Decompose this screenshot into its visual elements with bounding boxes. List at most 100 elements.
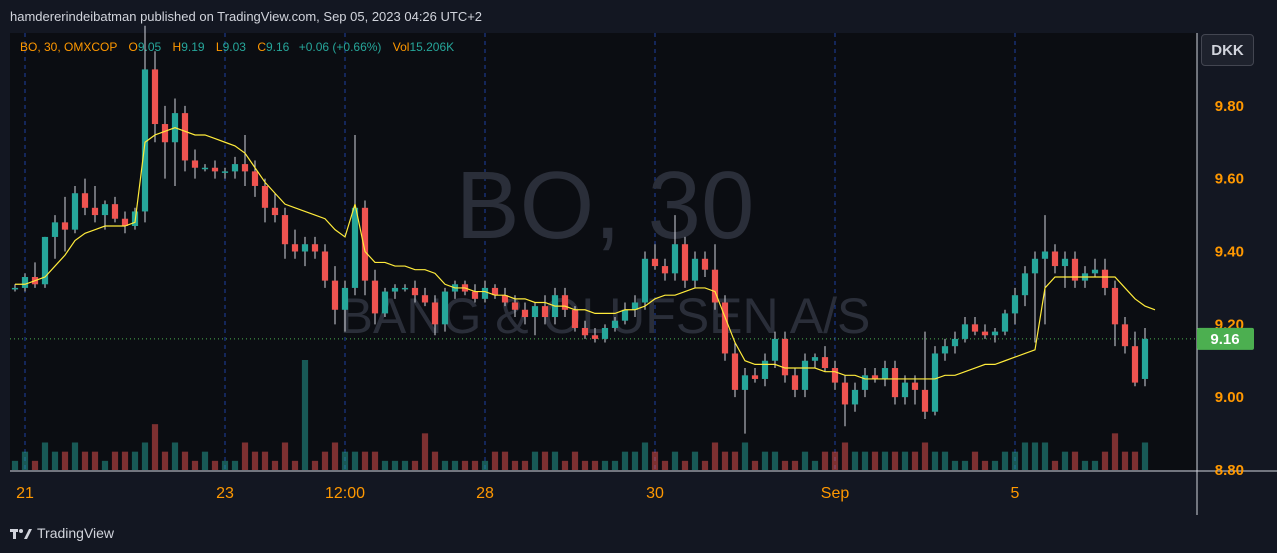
volume-bar (451, 460, 459, 470)
candle-body (651, 258, 659, 267)
candle-body (401, 287, 409, 290)
candle-body (1031, 258, 1039, 274)
watermark-symbol: BO, 30 (456, 152, 755, 259)
candle-body (441, 291, 449, 325)
candle-body (1141, 338, 1149, 379)
volume-bar (641, 442, 649, 470)
time-tick-label: 23 (216, 485, 234, 502)
candle-body (1101, 269, 1109, 288)
volume-bar (1081, 460, 1089, 470)
legend-open: 9.05 (138, 40, 162, 54)
volume-bar (741, 442, 749, 470)
tradingview-logo: TradingView (10, 525, 114, 541)
volume-bar (131, 451, 139, 470)
candle-body (1021, 273, 1029, 296)
volume-bar (921, 442, 929, 470)
price-chart[interactable]: BO, 30 BANG & OLUFSEN A/S 9.009.209.409.… (0, 0, 1277, 515)
price-tick-label: 9.80 (1215, 98, 1244, 115)
candle-body (321, 251, 329, 281)
candle-body (621, 309, 629, 321)
candle-body (391, 287, 399, 292)
volume-bar (401, 460, 409, 470)
volume-bar (681, 460, 689, 470)
candle-body (821, 357, 829, 369)
price-tick-label: 8.80 (1215, 462, 1244, 479)
last-price-value: 9.16 (1210, 331, 1239, 348)
volume-bar (181, 451, 189, 470)
candle-body (851, 389, 859, 405)
volume-bar (881, 451, 889, 470)
candle-body (181, 113, 189, 161)
candle-body (861, 375, 869, 390)
candle-body (351, 207, 359, 288)
time-axis: 21 23 12:00 28 30 Sep 5 (16, 485, 1019, 502)
price-tick-label: 9.40 (1215, 244, 1244, 261)
candle-body (361, 207, 369, 281)
volume-bar (121, 451, 129, 470)
price-tick-label: 9.60 (1215, 171, 1244, 188)
candle-body (931, 353, 939, 412)
volume-bar (1041, 442, 1049, 470)
volume-bar (701, 460, 709, 470)
volume-bar (481, 460, 489, 470)
volume-bar (411, 460, 419, 470)
volume-bar (151, 424, 159, 470)
volume-bar (721, 451, 729, 470)
candle-body (801, 360, 809, 390)
volume-bar (1131, 451, 1139, 470)
volume-bar (291, 460, 299, 470)
volume-bar (91, 451, 99, 470)
candle-body (751, 375, 759, 379)
candle-body (701, 258, 709, 270)
candle-body (921, 389, 929, 412)
volume-bar (731, 451, 739, 470)
volume-bar (141, 442, 149, 470)
volume-bar (161, 451, 169, 470)
currency-button[interactable]: DKK (1201, 34, 1254, 66)
volume-bar (551, 451, 559, 470)
volume-bar (61, 451, 69, 470)
candle-body (161, 124, 169, 143)
volume-bar (171, 442, 179, 470)
candle-body (971, 324, 979, 332)
volume-bar (621, 451, 629, 470)
price-axis: 9.009.209.409.609.808.80 (1215, 98, 1244, 479)
volume-bar (511, 460, 519, 470)
volume-bar (981, 460, 989, 470)
candle-body (941, 346, 949, 354)
volume-bar (1031, 442, 1039, 470)
volume-bar (31, 460, 39, 470)
tradingview-brand: TradingView (37, 525, 115, 541)
candle-body (1111, 287, 1119, 325)
volume-bar (631, 451, 639, 470)
volume-bar (331, 442, 339, 470)
tradingview-logo-icon (10, 529, 32, 539)
candle-body (541, 306, 549, 318)
candle-body (241, 164, 249, 172)
candle-body (601, 327, 609, 339)
candle-body (661, 266, 669, 274)
volume-bar (341, 451, 349, 470)
volume-bar (191, 460, 199, 470)
volume-bar (1061, 451, 1069, 470)
volume-bar (1121, 451, 1129, 470)
volume-bar (711, 442, 719, 470)
time-tick-label: 30 (646, 485, 664, 502)
candle-body (1051, 251, 1059, 267)
volume-bar (1111, 433, 1119, 470)
candle-body (371, 280, 379, 314)
candle-body (611, 320, 619, 328)
candle-body (1131, 346, 1139, 383)
volume-bar (601, 460, 609, 470)
volume-bar (321, 451, 329, 470)
candle-body (471, 291, 479, 299)
price-tick-label: 9.00 (1215, 389, 1244, 406)
volume-bar (111, 451, 119, 470)
candle-body (271, 207, 279, 216)
legend-high: 9.19 (181, 40, 205, 54)
volume-bar (541, 451, 549, 470)
volume-bar (811, 460, 819, 470)
time-tick-label: 5 (1011, 485, 1020, 502)
candle-body (691, 258, 699, 281)
candle-body (811, 357, 819, 361)
